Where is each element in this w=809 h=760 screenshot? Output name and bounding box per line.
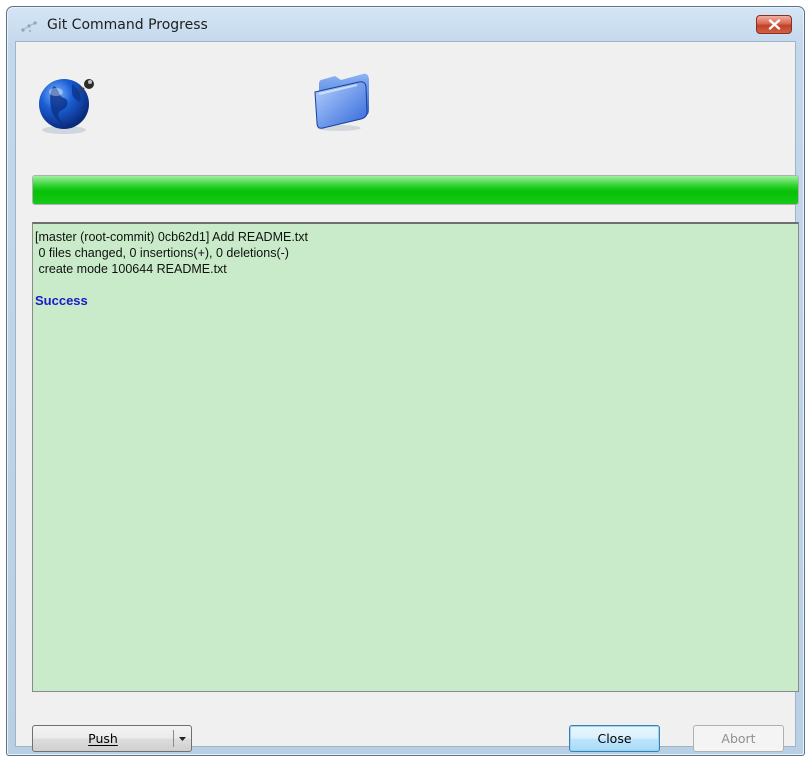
dialog-body: [master (root-commit) 0cb62d1] Add READM… xyxy=(15,41,799,752)
close-icon xyxy=(768,19,781,30)
window-title: Git Command Progress xyxy=(47,17,208,33)
status-message: Success xyxy=(35,293,88,308)
push-dropdown-button[interactable] xyxy=(174,726,191,751)
git-command-progress-window: Git Command Progress [master (root-commi… xyxy=(6,6,805,756)
progress-fill xyxy=(33,176,798,204)
progress-bar xyxy=(32,175,799,205)
git-app-icon xyxy=(20,19,40,33)
push-button-label: Push xyxy=(88,731,118,746)
push-button[interactable]: Push xyxy=(32,725,192,752)
globe-remote-icon xyxy=(34,72,98,140)
close-button[interactable]: Close xyxy=(569,725,660,752)
window-close-button[interactable] xyxy=(756,15,792,34)
log-line: [master (root-commit) 0cb62d1] Add READM… xyxy=(35,230,309,244)
log-line: create mode 100644 README.txt xyxy=(35,262,227,276)
log-line: 0 files changed, 0 insertions(+), 0 dele… xyxy=(35,246,289,260)
abort-button[interactable]: Abort xyxy=(693,725,784,752)
log-spacer xyxy=(35,277,798,293)
folder-icon xyxy=(307,70,373,136)
chevron-down-icon xyxy=(179,737,186,741)
title-bar[interactable]: Git Command Progress xyxy=(7,7,804,41)
output-log[interactable]: [master (root-commit) 0cb62d1] Add READM… xyxy=(32,222,799,692)
